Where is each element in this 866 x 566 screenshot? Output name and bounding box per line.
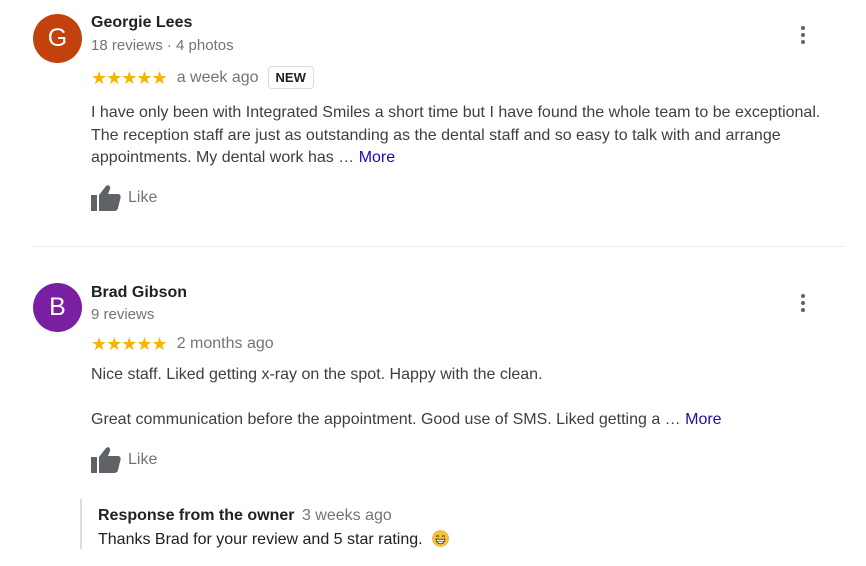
like-label: Like [128, 189, 158, 206]
more-link[interactable]: More [359, 149, 395, 166]
rating-row: ★★★★★ a week ago NEW [91, 66, 314, 89]
owner-response: Response from the owner 3 weeks ago Than… [80, 499, 782, 549]
review-body: I have only been with Integrated Smiles … [91, 104, 821, 166]
thumbs-up-icon [91, 185, 121, 211]
review-line: Nice staff. Liked getting x-ray on the s… [91, 366, 543, 383]
star-rating: ★★★★★ [91, 334, 168, 354]
thumbs-up-icon [91, 447, 121, 473]
response-text-row: Thanks Brad for your review and 5 star r… [98, 530, 449, 549]
star-rating: ★★★★★ [91, 67, 168, 88]
like-button[interactable]: Like [91, 185, 157, 211]
avatar-letter: G [47, 24, 68, 52]
avatar[interactable]: B [33, 283, 82, 332]
reviewer-meta: 9 reviews [91, 306, 155, 323]
response-title: Response from the owner [98, 507, 295, 524]
avatar-letter: B [49, 293, 66, 321]
like-label: Like [128, 451, 158, 468]
more-vert-icon[interactable] [793, 291, 813, 315]
avatar[interactable]: G [33, 14, 82, 63]
rating-row: ★★★★★ 2 months ago [91, 334, 274, 354]
response-header: Response from the owner 3 weeks ago [98, 507, 392, 525]
more-vert-icon[interactable] [793, 23, 813, 47]
grinning-face-emoji-icon [432, 530, 449, 547]
review-text: I have only been with Integrated Smiles … [91, 102, 851, 170]
review-date: a week ago [176, 68, 259, 86]
new-badge: NEW [267, 66, 314, 89]
like-button[interactable]: Like [91, 447, 157, 473]
reviewer-name[interactable]: Brad Gibson [91, 284, 187, 302]
review-text: Nice staff. Liked getting x-ray on the s… [91, 364, 851, 431]
response-text: Thanks Brad for your review and 5 star r… [98, 531, 423, 548]
review-line: Great communication before the appointme… [91, 410, 686, 428]
reviewer-name[interactable]: Georgie Lees [91, 14, 192, 32]
review-date: 2 months ago [176, 335, 274, 352]
reviewer-meta: 18 reviews · 4 photos [91, 37, 234, 54]
more-link[interactable]: More [685, 411, 721, 428]
response-date: 3 weeks ago [301, 507, 392, 524]
divider [32, 246, 844, 247]
